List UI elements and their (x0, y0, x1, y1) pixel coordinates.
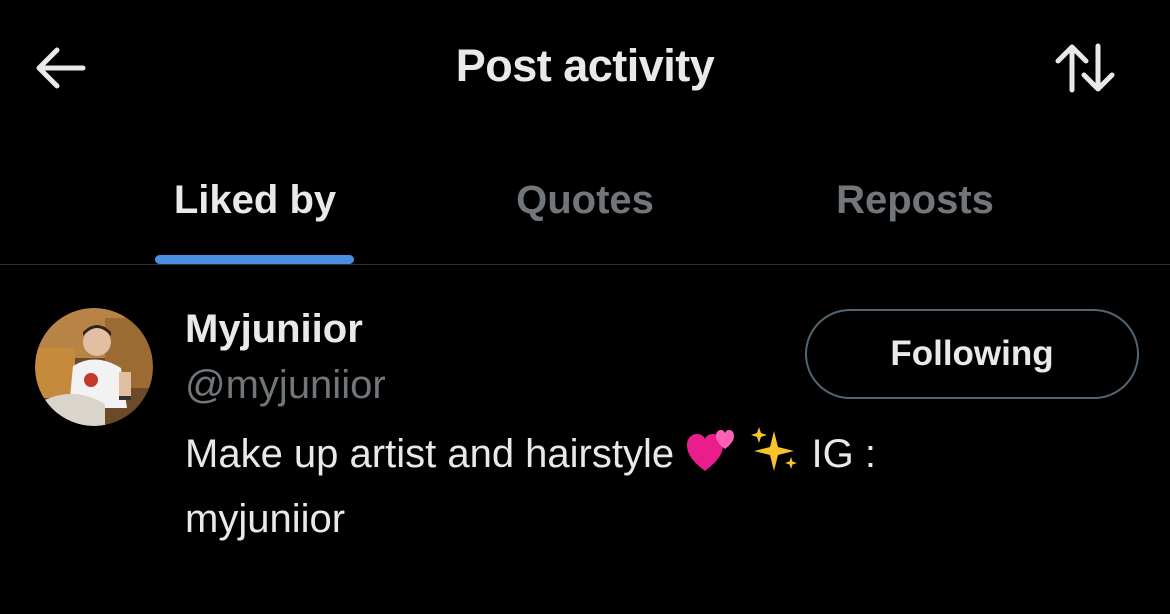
following-button-label: Following (890, 334, 1054, 373)
tab-quotes[interactable]: Quotes (480, 135, 690, 264)
user-bio: Make up artist and hairstyle IG : myjuni… (185, 425, 1005, 549)
tab-reposts[interactable]: Reposts (805, 135, 1025, 264)
tab-liked-by[interactable]: Liked by (150, 135, 360, 264)
avatar-image (35, 308, 153, 426)
tab-label: Reposts (836, 178, 994, 222)
active-tab-indicator (155, 255, 354, 264)
top-bar: Post activity (0, 0, 1170, 135)
following-button[interactable]: Following (805, 309, 1139, 399)
avatar[interactable] (35, 308, 153, 426)
sort-button[interactable] (1050, 40, 1122, 96)
bio-text: Make up artist and hairstyle (185, 432, 675, 476)
bio-text: myjuniior (185, 497, 346, 541)
sort-arrows-icon (1055, 43, 1115, 93)
list-item[interactable]: Myjuniior @myjuniior Make up artist and … (0, 265, 1170, 565)
tab-label: Liked by (173, 178, 337, 222)
display-name[interactable]: Myjuniior (185, 307, 363, 352)
two-hearts-icon (685, 427, 737, 490)
tab-bar: Liked by Quotes Reposts (0, 135, 1170, 264)
user-handle[interactable]: @myjuniior (185, 363, 386, 408)
page-title: Post activity (455, 40, 715, 91)
sparkles-icon (748, 425, 800, 490)
bio-text: IG : (811, 432, 876, 476)
tab-label: Quotes (516, 178, 654, 222)
